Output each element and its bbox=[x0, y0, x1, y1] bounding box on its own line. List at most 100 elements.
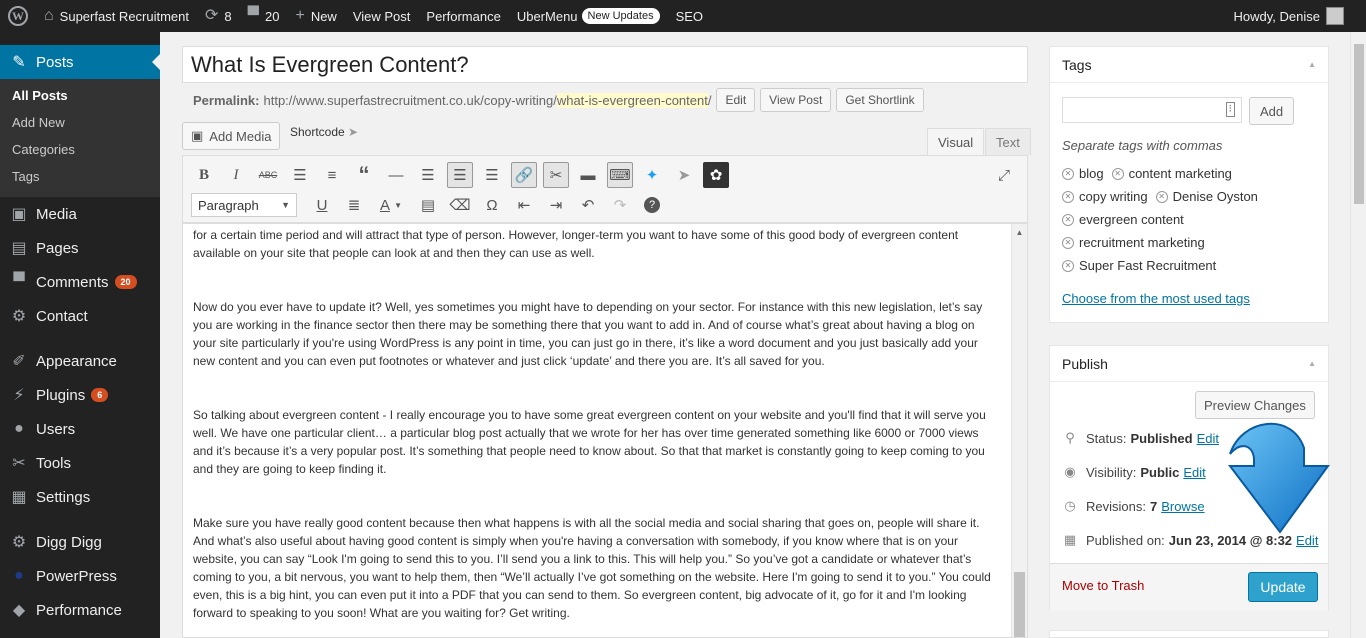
editor-scrollbar[interactable]: ▲ bbox=[1011, 224, 1027, 637]
align-right-icon[interactable]: ☰ bbox=[479, 162, 505, 188]
italic-icon[interactable]: I bbox=[223, 162, 249, 188]
tab-visual[interactable]: Visual bbox=[927, 128, 985, 155]
strikethrough-icon[interactable]: ABC bbox=[255, 162, 281, 188]
edit-permalink-button[interactable]: Edit bbox=[716, 88, 756, 112]
help-icon[interactable]: ? bbox=[639, 192, 665, 218]
browse-revisions-link[interactable]: Browse bbox=[1161, 499, 1204, 514]
twitter-icon[interactable]: ✦ bbox=[639, 162, 665, 188]
sidebar-item-pages[interactable]: ▤ Pages bbox=[0, 231, 160, 265]
fullscreen-icon[interactable]: ⤢ bbox=[991, 162, 1017, 188]
sidebar-item-performance[interactable]: ◆ Performance bbox=[0, 593, 160, 627]
blockquote-icon[interactable]: “ bbox=[351, 162, 377, 188]
sidebar-item-posts[interactable]: ✎ Posts bbox=[0, 45, 160, 79]
sidebar-item-plugins[interactable]: ⚡ Plugins 6 bbox=[0, 378, 160, 412]
shortcode-button[interactable]: Shortcode ➤ bbox=[290, 125, 358, 139]
bold-icon[interactable]: B bbox=[191, 162, 217, 188]
updates-menu[interactable]: ⟳ 8 bbox=[197, 0, 240, 32]
add-media-button[interactable]: ▣ Add Media bbox=[182, 122, 281, 150]
format-select[interactable]: Paragraph ▼ bbox=[191, 193, 297, 217]
ubermenu-menu[interactable]: UberMenu New Updates bbox=[509, 0, 668, 32]
sidebar-item-digg-digg[interactable]: ⚙ Digg Digg bbox=[0, 525, 160, 559]
sidebar-item-appearance[interactable]: ✐ Appearance bbox=[0, 344, 160, 378]
permalink-slug[interactable]: what-is-evergreen-content bbox=[556, 92, 708, 108]
collapse-arrow-icon[interactable]: ▲ bbox=[1308, 359, 1316, 368]
sidebar-item-contact[interactable]: ⚙ Contact bbox=[0, 299, 160, 333]
horizontal-rule-icon[interactable]: — bbox=[383, 162, 409, 188]
sidebar-item-label: Tools bbox=[36, 454, 72, 472]
get-shortlink-button[interactable]: Get Shortlink bbox=[836, 88, 924, 112]
gear-icon: ⚙ bbox=[11, 534, 27, 551]
align-center-icon[interactable]: ☰ bbox=[447, 162, 473, 188]
edit-visibility-link[interactable]: Edit bbox=[1183, 465, 1205, 480]
unlink-icon[interactable]: ✂ bbox=[543, 162, 569, 188]
sidebar-item-settings[interactable]: ▦ Settings bbox=[0, 480, 160, 514]
text-color-icon[interactable]: A ▼ bbox=[373, 192, 409, 218]
tags-box-header[interactable]: Tags ▲ bbox=[1050, 47, 1328, 83]
sidebar-item-tools[interactable]: ✂ Tools bbox=[0, 446, 160, 480]
tab-text[interactable]: Text bbox=[985, 128, 1031, 155]
shortcode-icon[interactable]: ➤ bbox=[671, 162, 697, 188]
remove-tag-icon[interactable]: ✕ bbox=[1155, 190, 1168, 203]
scroll-up-icon[interactable]: ▲ bbox=[1012, 224, 1027, 240]
remove-tag-icon[interactable]: ✕ bbox=[1062, 213, 1074, 226]
new-tag-input[interactable]: ⁝ bbox=[1062, 97, 1242, 123]
site-name-menu[interactable]: ⌂ Superfast Recruitment bbox=[36, 0, 197, 32]
editor-scrollbar-thumb[interactable] bbox=[1014, 572, 1025, 637]
insert-link-icon[interactable]: 🔗 bbox=[511, 162, 537, 188]
visibility-label: Visibility: bbox=[1086, 464, 1137, 480]
submenu-categories[interactable]: Categories bbox=[0, 139, 160, 166]
publish-box-header[interactable]: Publish ▲ bbox=[1050, 346, 1328, 382]
collapse-arrow-icon[interactable]: ▲ bbox=[1308, 60, 1316, 69]
remove-tag-icon[interactable]: ✕ bbox=[1062, 167, 1074, 180]
seo-menu[interactable]: SEO bbox=[668, 0, 711, 32]
tag-line: ✕ blog ✕ content marketing bbox=[1062, 162, 1322, 185]
indent-icon[interactable]: ⇥ bbox=[543, 192, 569, 218]
view-post-button[interactable]: View Post bbox=[760, 88, 832, 112]
submenu-add-new[interactable]: Add New bbox=[0, 112, 160, 139]
most-used-tags-link[interactable]: Choose from the most used tags bbox=[1062, 291, 1250, 306]
content-body[interactable]: for a certain time period and will attra… bbox=[183, 224, 1027, 622]
move-to-trash-link[interactable]: Move to Trash bbox=[1062, 578, 1144, 593]
sidebar-item-comments[interactable]: ▀ Comments 20 bbox=[0, 265, 160, 299]
page-scrollbar[interactable] bbox=[1350, 32, 1366, 638]
read-more-icon[interactable]: ▬ bbox=[575, 162, 601, 188]
remove-tag-icon[interactable]: ✕ bbox=[1062, 259, 1074, 272]
media-icon: ▣ bbox=[191, 128, 204, 143]
justify-icon[interactable]: ≣ bbox=[341, 192, 367, 218]
clear-formatting-icon[interactable]: ⌫ bbox=[447, 192, 473, 218]
align-left-icon[interactable]: ☰ bbox=[415, 162, 441, 188]
outdent-icon[interactable]: ⇤ bbox=[511, 192, 537, 218]
performance-menu[interactable]: Performance bbox=[418, 0, 508, 32]
add-tag-button[interactable]: Add bbox=[1249, 97, 1295, 125]
undo-icon[interactable]: ↶ bbox=[575, 192, 601, 218]
sidebar-item-powerpress[interactable]: ● PowerPress bbox=[0, 559, 160, 593]
edit-status-link[interactable]: Edit bbox=[1197, 431, 1219, 446]
underline-icon[interactable]: U bbox=[309, 192, 335, 218]
tag-line: ✕ copy writing ✕ Denise Oyston bbox=[1062, 185, 1322, 208]
plugin-icon[interactable]: ✿ bbox=[703, 162, 729, 188]
new-content-menu[interactable]: + New bbox=[287, 0, 344, 32]
numbered-list-icon[interactable]: ≡ bbox=[319, 162, 345, 188]
sidebar-item-users[interactable]: ● Users bbox=[0, 412, 160, 446]
sidebar-item-label: Settings bbox=[36, 488, 91, 506]
comments-menu[interactable]: ▀ 20 bbox=[240, 0, 288, 32]
paste-text-icon[interactable]: ▤ bbox=[415, 192, 441, 218]
tag-item: ✕ copy writing bbox=[1062, 189, 1148, 204]
submenu-tags[interactable]: Tags bbox=[0, 166, 160, 193]
submenu-all-posts[interactable]: All Posts bbox=[0, 85, 160, 112]
wordpress-logo-menu[interactable]: W bbox=[0, 0, 36, 32]
account-menu[interactable]: Howdy, Denise bbox=[1226, 0, 1366, 32]
post-title-input[interactable]: What Is Evergreen Content? bbox=[182, 46, 1028, 83]
special-character-icon[interactable]: Ω bbox=[479, 192, 505, 218]
sidebar-item-media[interactable]: ▣ Media bbox=[0, 197, 160, 231]
redo-icon[interactable]: ↷ bbox=[607, 192, 633, 218]
toolbar-toggle-icon[interactable]: ⌨ bbox=[607, 162, 633, 188]
page-scrollbar-thumb[interactable] bbox=[1354, 44, 1364, 204]
bullet-list-icon[interactable]: ☰ bbox=[287, 162, 313, 188]
view-post-link[interactable]: View Post bbox=[345, 0, 419, 32]
update-button[interactable]: Update bbox=[1248, 572, 1318, 602]
remove-tag-icon[interactable]: ✕ bbox=[1062, 236, 1074, 249]
remove-tag-icon[interactable]: ✕ bbox=[1062, 190, 1074, 203]
post-content-editor[interactable]: for a certain time period and will attra… bbox=[182, 223, 1028, 638]
remove-tag-icon[interactable]: ✕ bbox=[1111, 167, 1124, 180]
